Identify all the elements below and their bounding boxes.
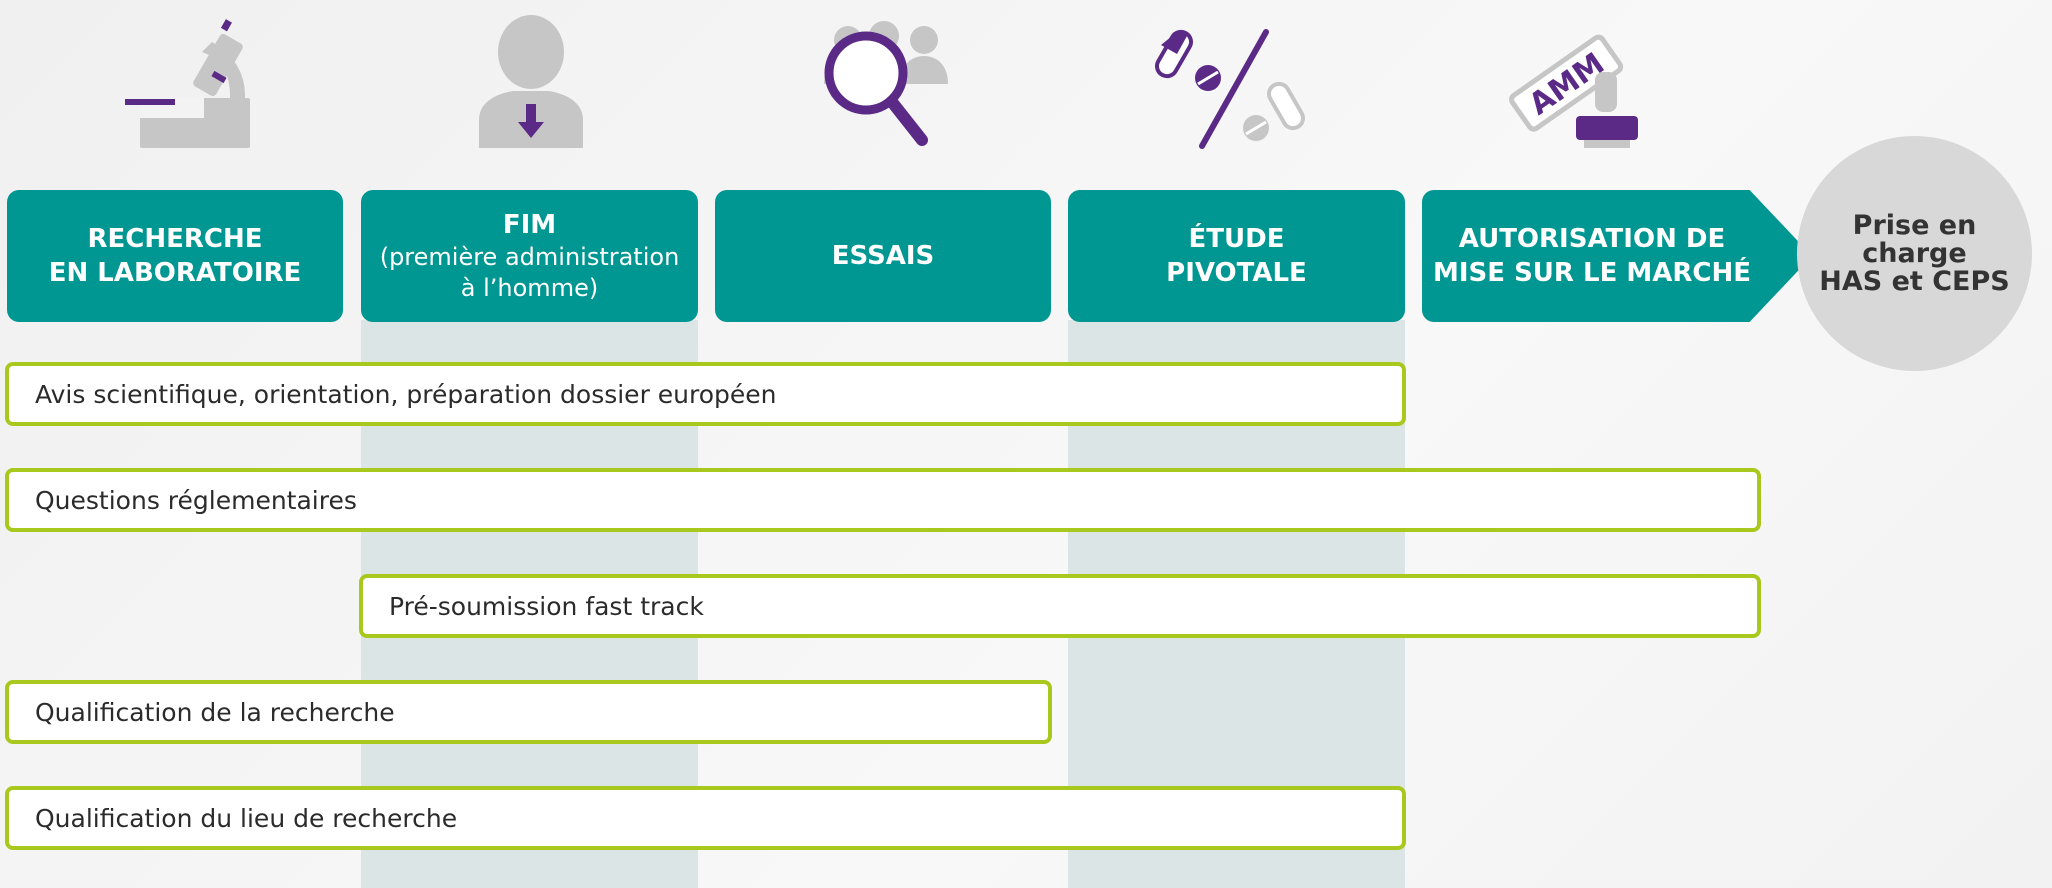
final-stage-circle: Prise en charge HAS et CEPS bbox=[1797, 136, 2032, 371]
stage-label-line: RECHERCHE bbox=[87, 224, 263, 254]
stage-label-line: EN LABORATOIRE bbox=[48, 258, 302, 288]
service-bar-qualification-recherche: Qualification de la recherche bbox=[5, 680, 1052, 744]
service-label: Qualification de la recherche bbox=[35, 697, 395, 727]
final-label-line: Prise en charge bbox=[1852, 209, 1977, 269]
service-bar-avis-scientifique: Avis scientifique, orientation, préparat… bbox=[5, 362, 1406, 426]
service-bar-questions-reglementaires: Questions réglementaires bbox=[5, 468, 1761, 532]
stage-label-line: PIVOTALE bbox=[1166, 258, 1307, 288]
service-bar-pre-soumission: Pré-soumission fast track bbox=[359, 574, 1761, 638]
stage-fim: FIM (première administration à l’homme) bbox=[361, 190, 698, 322]
stage-essais: ESSAIS bbox=[715, 190, 1051, 322]
service-label: Questions réglementaires bbox=[35, 485, 357, 515]
stage-etude-pivotale: ÉTUDE PIVOTALE bbox=[1068, 190, 1405, 322]
stage-title: FIM bbox=[502, 210, 557, 240]
person-arrow-icon bbox=[430, 0, 630, 160]
amm-stamp-icon: AMM bbox=[1492, 0, 1692, 160]
stage-label-line: MISE SUR LE MARCHÉ bbox=[1433, 258, 1751, 288]
service-bar-qualification-lieu: Qualification du lieu de recherche bbox=[5, 786, 1406, 850]
stage-subtitle-line: à l’homme) bbox=[460, 274, 599, 302]
final-label-line: HAS et CEPS bbox=[1819, 265, 2010, 297]
service-label: Qualification du lieu de recherche bbox=[35, 803, 458, 833]
magnifier-group-icon bbox=[782, 0, 982, 160]
stage-subtitle-line: (première administration bbox=[379, 243, 680, 271]
stage-recherche-laboratoire: RECHERCHE EN LABORATOIRE bbox=[7, 190, 343, 322]
microscope-icon bbox=[110, 0, 310, 160]
stage-label-line: ÉTUDE bbox=[1188, 224, 1285, 254]
service-label: Pré-soumission fast track bbox=[389, 591, 704, 621]
pills-icon bbox=[1140, 0, 1340, 160]
stage-autorisation-mise-sur-le-marche: AUTORISATION DE MISE SUR LE MARCHÉ bbox=[1422, 190, 1812, 322]
stage-label-line: ESSAIS bbox=[831, 241, 935, 271]
service-label: Avis scientifique, orientation, préparat… bbox=[35, 379, 777, 409]
stage-label-line: AUTORISATION DE bbox=[1458, 224, 1726, 254]
